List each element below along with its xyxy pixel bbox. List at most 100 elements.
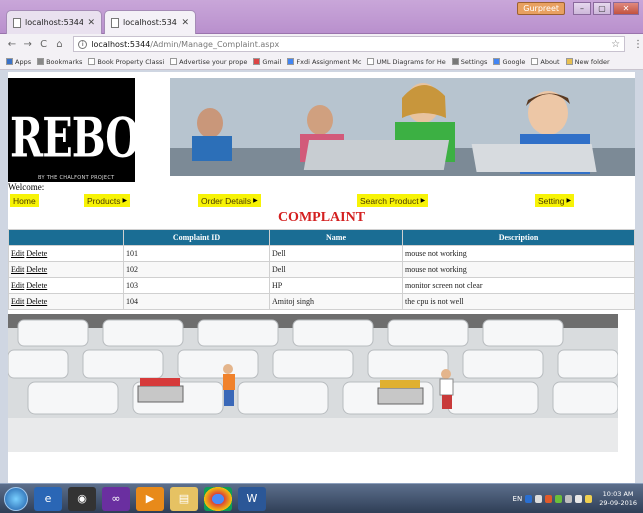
star-icon bbox=[37, 58, 45, 65]
volume-icon[interactable] bbox=[575, 494, 583, 503]
nav-home[interactable]: Home bbox=[10, 194, 39, 207]
url-path: /Admin/Manage_Complaint.aspx bbox=[150, 39, 280, 49]
bookmark-label: New folder bbox=[574, 57, 610, 66]
cell-description: mouse not working bbox=[402, 261, 635, 278]
internet-explorer-icon[interactable]: e bbox=[34, 486, 62, 511]
bookmark-label: Advertise your prope bbox=[179, 57, 248, 66]
forward-icon[interactable]: → bbox=[22, 39, 34, 50]
back-icon[interactable]: ← bbox=[6, 39, 18, 50]
delete-link[interactable]: Delete bbox=[26, 297, 47, 306]
tab-manage-complaint[interactable]: localhost:5344/Admin/M ✕ bbox=[104, 10, 196, 34]
cell-name: Dell bbox=[269, 261, 403, 278]
delete-link[interactable]: Delete bbox=[26, 249, 47, 258]
bookmark-item[interactable]: Google bbox=[493, 58, 525, 66]
bookmark-item[interactable]: UML Diagrams for He bbox=[367, 57, 446, 66]
close-icon[interactable]: ✕ bbox=[181, 18, 189, 28]
page-icon bbox=[13, 17, 21, 28]
bookmark-item[interactable]: Bookmarks bbox=[37, 58, 82, 66]
info-icon[interactable]: i bbox=[78, 39, 88, 49]
cell-description: monitor screen not clear bbox=[402, 277, 635, 294]
submenu-arrow-icon: ▶ bbox=[253, 198, 258, 204]
hero-banner-image bbox=[170, 78, 635, 176]
nav-setting-label: Setting bbox=[538, 195, 565, 206]
tray-icon[interactable] bbox=[535, 494, 543, 503]
url-host: localhost:5344 bbox=[91, 39, 151, 49]
table-row: Edit Delete 104 Amitoj singh the cpu is not … bbox=[8, 293, 635, 310]
site-logo[interactable]: REBOOT! BY THE CHALFONT PROJECT bbox=[8, 78, 135, 182]
flag-icon[interactable] bbox=[585, 494, 593, 503]
media-center-icon[interactable]: ▶ bbox=[136, 486, 164, 511]
gmail-icon bbox=[253, 58, 261, 65]
media-player-icon[interactable]: ◉ bbox=[68, 486, 96, 511]
site-nav: Home Products ▶ Order Details ▶ Search Pro… bbox=[8, 194, 635, 210]
page-icon bbox=[170, 58, 178, 65]
word-icon[interactable]: W bbox=[238, 486, 266, 511]
table-row: Edit Delete 103 HP monitor screen not clear bbox=[8, 277, 635, 294]
nav-order-details[interactable]: Order Details ▶ bbox=[198, 194, 261, 207]
table-header-row: Complaint ID Name Description bbox=[8, 229, 635, 246]
bookmark-label: About bbox=[540, 57, 560, 66]
chrome-icon[interactable] bbox=[204, 486, 232, 511]
bookmark-label: Bookmarks bbox=[46, 57, 83, 66]
bookmark-star-icon[interactable]: ☆ bbox=[611, 39, 620, 50]
language-indicator[interactable]: EN bbox=[513, 495, 523, 503]
visual-studio-icon[interactable]: ∞ bbox=[102, 486, 130, 511]
bluetooth-icon[interactable] bbox=[525, 494, 533, 503]
windows-taskbar: e ◉ ∞ ▶ ▤ W EN 10:03 AM 29-09-2016 bbox=[0, 483, 643, 513]
google-icon bbox=[287, 58, 295, 65]
maximize-icon[interactable]: ▢ bbox=[593, 2, 611, 15]
edit-link[interactable]: Edit bbox=[11, 281, 24, 290]
bookmark-label: Apps bbox=[15, 57, 32, 66]
user-badge[interactable]: Gurpreet bbox=[517, 2, 565, 15]
page-icon bbox=[531, 58, 539, 65]
home-icon[interactable]: ⌂ bbox=[53, 39, 65, 50]
cell-id: 104 bbox=[123, 293, 270, 310]
nav-search-product[interactable]: Search Product ▶ bbox=[357, 194, 429, 207]
bookmark-item[interactable]: Apps bbox=[6, 58, 31, 66]
bookmark-item[interactable]: New folder bbox=[565, 57, 610, 66]
nav-setting[interactable]: Setting ▶ bbox=[535, 194, 575, 207]
delete-link[interactable]: Delete bbox=[26, 281, 47, 290]
cell-id: 103 bbox=[123, 277, 270, 294]
nav-products-label: Products bbox=[87, 195, 121, 206]
close-window-icon[interactable]: ✕ bbox=[613, 2, 639, 15]
column-header: Description bbox=[402, 229, 635, 246]
cell-name: Amitoj singh bbox=[269, 293, 403, 310]
bookmark-label: Google bbox=[502, 57, 526, 66]
submenu-arrow-icon: ▶ bbox=[566, 198, 572, 204]
edit-link[interactable]: Edit bbox=[11, 249, 24, 258]
bookmark-item[interactable]: About bbox=[531, 57, 560, 66]
network-icon[interactable] bbox=[565, 494, 573, 503]
bookmark-label: Fxdi Assignment Mc bbox=[296, 57, 362, 66]
address-bar: ← → C ⌂ i localhost:5344/Admin/Manage_Co… bbox=[0, 34, 643, 54]
clock[interactable]: 10:03 AM 29-09-2016 bbox=[599, 490, 637, 508]
column-header bbox=[8, 229, 124, 246]
menu-icon[interactable]: ⋮ bbox=[633, 39, 643, 50]
bookmark-item[interactable]: Fxdi Assignment Mc bbox=[287, 58, 361, 66]
apps-icon bbox=[6, 58, 13, 65]
bookmark-label: Gmail bbox=[262, 57, 282, 66]
tab-login[interactable]: localhost:5344/Login.asp ✕ bbox=[6, 10, 102, 34]
close-icon[interactable]: ✕ bbox=[87, 18, 95, 28]
page-title: COMPLAINT bbox=[277, 210, 366, 225]
keyboard-banner-image bbox=[8, 314, 618, 452]
table-row: Edit Delete 102 Dell mouse not working bbox=[8, 261, 635, 278]
bookmark-label: UML Diagrams for He bbox=[376, 57, 446, 66]
reload-icon[interactable]: C bbox=[38, 39, 50, 50]
tray-icon[interactable] bbox=[555, 494, 563, 503]
url-input[interactable]: i localhost:5344/Admin/Manage_Complaint.… bbox=[73, 36, 626, 52]
file-explorer-icon[interactable]: ▤ bbox=[170, 486, 198, 511]
bookmark-item[interactable]: Book Property Classi bbox=[88, 58, 164, 66]
clock-time: 10:03 AM bbox=[602, 489, 634, 498]
nav-products[interactable]: Products ▶ bbox=[84, 194, 131, 207]
tray-icon[interactable] bbox=[545, 494, 553, 503]
bookmark-item[interactable]: Advertise your prope bbox=[170, 58, 247, 66]
edit-link[interactable]: Edit bbox=[11, 297, 24, 306]
bookmark-item[interactable]: Gmail bbox=[253, 58, 281, 66]
delete-link[interactable]: Delete bbox=[26, 265, 47, 274]
start-button-icon[interactable] bbox=[4, 486, 28, 511]
minimize-icon[interactable]: – bbox=[573, 2, 591, 15]
edit-link[interactable]: Edit bbox=[11, 265, 24, 274]
nav-order-details-label: Order Details bbox=[201, 195, 252, 206]
bookmark-item[interactable]: Settings bbox=[451, 58, 487, 66]
